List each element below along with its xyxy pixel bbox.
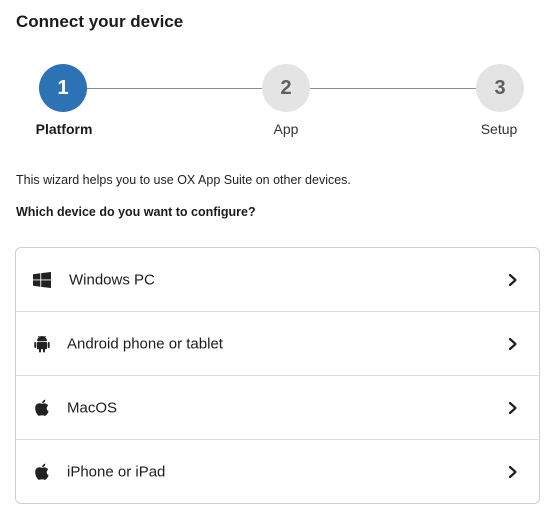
step-3-circle: 3 xyxy=(476,64,524,112)
device-option-android[interactable]: Android phone or tablet xyxy=(16,312,539,376)
step-connector xyxy=(86,88,262,89)
wizard-intro-text: This wizard helps you to use OX App Suit… xyxy=(16,173,351,187)
wizard-stepper: 1 2 3 Platform App Setup xyxy=(0,0,550,150)
windows-icon xyxy=(32,270,52,290)
step-connector xyxy=(310,88,476,89)
device-label: MacOS xyxy=(67,399,118,416)
chevron-right-icon xyxy=(507,401,519,415)
device-list: Windows PC Android phone or tablet MacOS… xyxy=(15,247,540,504)
step-1-label: Platform xyxy=(35,121,93,137)
device-label: iPhone or iPad xyxy=(67,463,166,480)
step-3-label: Setup xyxy=(480,121,518,137)
device-label: Windows PC xyxy=(69,271,155,288)
device-option-iphone[interactable]: iPhone or iPad xyxy=(16,440,539,503)
device-question: Which device do you want to configure? xyxy=(16,205,256,219)
chevron-right-icon xyxy=(507,273,519,287)
chevron-right-icon xyxy=(507,465,519,479)
apple-icon xyxy=(32,398,52,418)
step-2-circle: 2 xyxy=(262,64,310,112)
apple-icon xyxy=(32,462,52,482)
device-option-macos[interactable]: MacOS xyxy=(16,376,539,440)
step-1-circle: 1 xyxy=(39,64,87,112)
connect-device-dialog: Connect your device 1 2 3 Platform App S… xyxy=(0,0,550,513)
android-icon xyxy=(32,334,52,354)
device-option-windows[interactable]: Windows PC xyxy=(16,248,539,312)
step-2-label: App xyxy=(273,121,299,137)
chevron-right-icon xyxy=(507,337,519,351)
device-label: Android phone or tablet xyxy=(67,335,223,352)
